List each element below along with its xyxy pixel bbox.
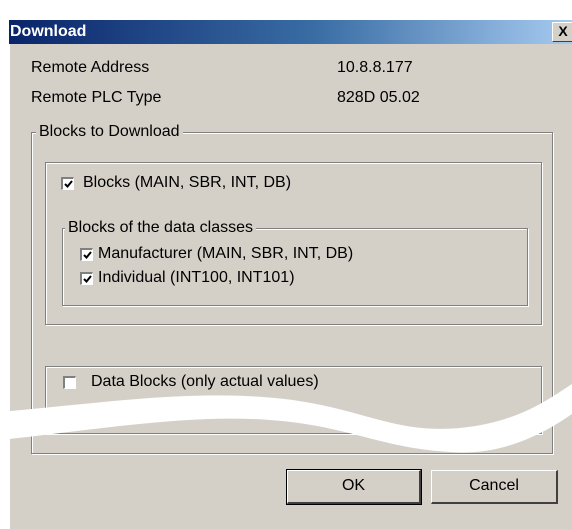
individual-checkbox[interactable] xyxy=(80,272,93,285)
checkmark-icon xyxy=(83,275,92,283)
manufacturer-checkbox[interactable] xyxy=(80,248,93,261)
data-classes-group xyxy=(62,228,528,306)
blocks-to-download-legend: Blocks to Download xyxy=(36,122,183,142)
plc-type-value: 828D 05.02 xyxy=(337,89,420,106)
checkmark-icon xyxy=(64,180,73,188)
remote-address-label: Remote Address xyxy=(31,59,150,76)
blocks-checkbox-label[interactable]: Blocks (MAIN, SBR, INT, DB) xyxy=(83,173,291,193)
plc-type-label: Remote PLC Type xyxy=(31,89,162,106)
title-bar[interactable] xyxy=(9,20,572,44)
window-title: Download xyxy=(10,23,87,40)
data-classes-legend: Blocks of the data classes xyxy=(65,218,256,238)
blocks-checkbox[interactable] xyxy=(61,177,74,190)
torn-edge-overlay xyxy=(0,384,572,453)
remote-address-value: 10.8.8.177 xyxy=(337,59,413,76)
ok-button[interactable]: OK xyxy=(286,469,422,505)
close-icon[interactable]: X xyxy=(552,22,572,42)
cancel-button[interactable]: Cancel xyxy=(431,470,558,504)
individual-checkbox-label[interactable]: Individual (INT100, INT101) xyxy=(98,268,295,288)
checkmark-icon xyxy=(83,251,92,259)
manufacturer-checkbox-label[interactable]: Manufacturer (MAIN, SBR, INT, DB) xyxy=(98,244,353,264)
